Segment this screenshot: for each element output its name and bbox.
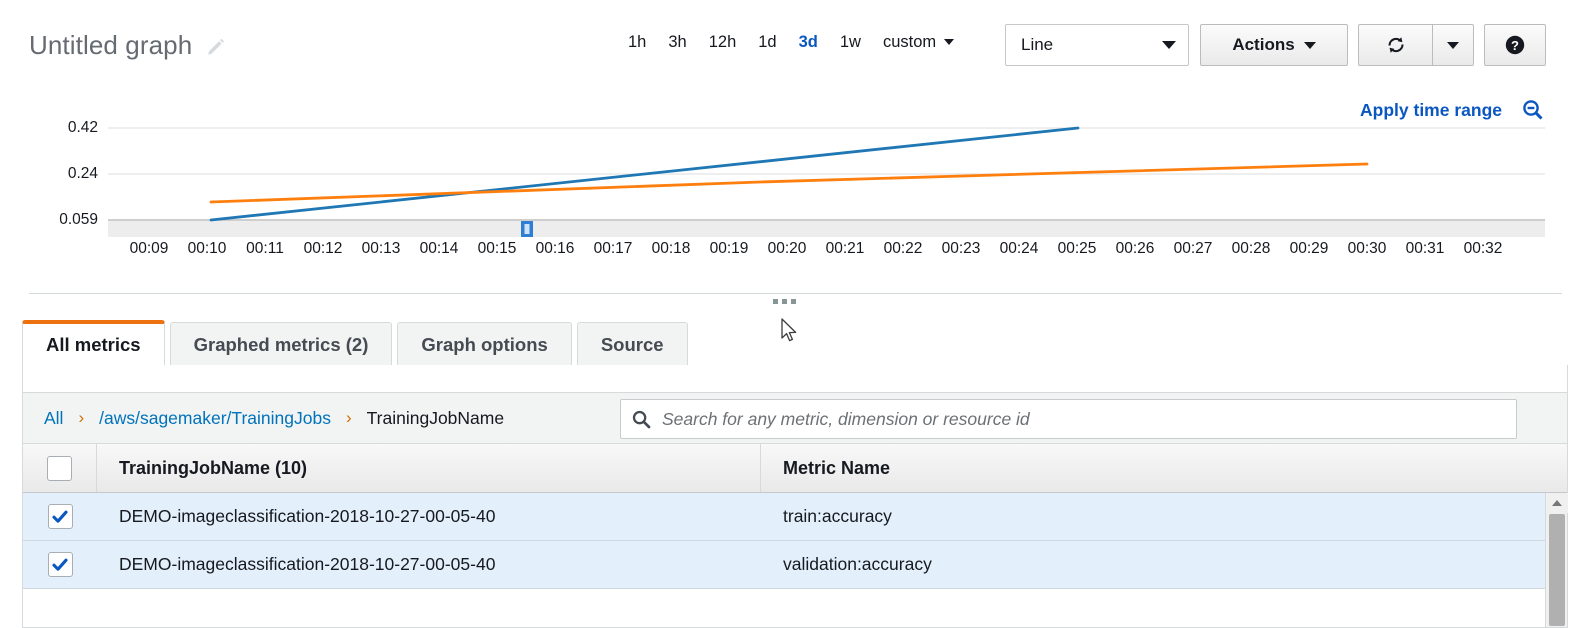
time-range-3h[interactable]: 3h xyxy=(657,33,697,52)
page-title: Untitled graph xyxy=(29,30,192,61)
scrollbar-thumb[interactable] xyxy=(1549,514,1565,626)
x-tick-label: 00:10 xyxy=(188,240,227,258)
cell-metricname: validation:accuracy xyxy=(761,541,1567,588)
tab-label: Graph options xyxy=(421,334,547,356)
scroll-up-arrow-icon[interactable] xyxy=(1546,493,1568,513)
x-tick-label: 00:25 xyxy=(1058,240,1097,258)
x-tick-label: 00:27 xyxy=(1174,240,1213,258)
search-icon xyxy=(631,409,651,429)
x-tick-label: 00:26 xyxy=(1116,240,1155,258)
actions-button-label: Actions xyxy=(1232,35,1294,55)
tab-all-metrics[interactable]: All metrics xyxy=(22,320,165,366)
select-all-checkbox[interactable] xyxy=(47,456,72,481)
x-tick-label: 00:24 xyxy=(1000,240,1039,258)
x-tick-label: 00:15 xyxy=(478,240,517,258)
tab-graphed-metrics[interactable]: Graphed metrics (2) xyxy=(170,322,393,366)
resize-handle[interactable] xyxy=(773,299,796,304)
chart-area: Apply time range 0.42 0.24 0.059 xyxy=(0,92,1591,292)
chevron-down-icon xyxy=(1162,41,1176,49)
x-tick-label: 00:11 xyxy=(246,240,284,258)
x-tick-label: 00:19 xyxy=(710,240,749,258)
tab-label: Source xyxy=(601,334,664,356)
chevron-down-icon xyxy=(1304,42,1316,49)
time-range-12h[interactable]: 12h xyxy=(698,33,748,52)
chart-type-select[interactable]: Line xyxy=(1005,24,1189,66)
table-row[interactable]: DEMO-imageclassification-2018-10-27-00-0… xyxy=(23,493,1567,541)
breadcrumb-separator-icon: › xyxy=(76,408,86,428)
row-checkbox[interactable] xyxy=(48,552,73,577)
series-line-validation-accuracy xyxy=(211,164,1367,202)
breadcrumb-item-all[interactable]: All xyxy=(31,408,76,429)
tab-graph-options[interactable]: Graph options xyxy=(397,322,571,366)
x-tick-label: 00:22 xyxy=(884,240,923,258)
x-tick-label: 00:23 xyxy=(942,240,981,258)
chevron-down-icon xyxy=(1447,42,1459,49)
chevron-down-icon[interactable] xyxy=(944,39,954,45)
refresh-button-group xyxy=(1358,24,1474,66)
chart-x-axis: 00:09 00:10 00:11 00:12 00:13 00:14 00:1… xyxy=(0,240,1591,264)
table-header-row: TrainingJobName (10) Metric Name xyxy=(23,444,1567,493)
table-scrollbar[interactable] xyxy=(1545,493,1567,627)
x-tick-label: 00:09 xyxy=(130,240,169,258)
section-divider xyxy=(29,293,1562,294)
help-button[interactable]: ? xyxy=(1484,24,1546,66)
column-header-trainingjobname[interactable]: TrainingJobName (10) xyxy=(97,444,761,492)
cell-trainingjobname: DEMO-imageclassification-2018-10-27-00-0… xyxy=(97,493,761,540)
graph-header: Untitled graph 1h 3h 12h 1d 3d 1w custom… xyxy=(0,0,1591,92)
metrics-table: TrainingJobName (10) Metric Name DEMO-im… xyxy=(23,444,1567,589)
breadcrumb-item-namespace[interactable]: /aws/sagemaker/TrainingJobs xyxy=(86,408,344,429)
x-tick-label: 00:14 xyxy=(420,240,459,258)
actions-button[interactable]: Actions xyxy=(1200,24,1348,66)
breadcrumb: All › /aws/sagemaker/TrainingJobs › Trai… xyxy=(23,392,1567,444)
x-tick-label: 00:18 xyxy=(652,240,691,258)
x-tick-label: 00:32 xyxy=(1464,240,1503,258)
x-tick-label: 00:30 xyxy=(1348,240,1387,258)
x-tick-label: 00:21 xyxy=(826,240,865,258)
search-placeholder: Search for any metric, dimension or reso… xyxy=(662,409,1030,430)
row-select-cell xyxy=(23,541,97,588)
x-tick-label: 00:12 xyxy=(304,240,343,258)
mouse-cursor-icon xyxy=(781,318,799,344)
select-all-cell xyxy=(23,444,97,492)
search-input[interactable]: Search for any metric, dimension or reso… xyxy=(620,399,1517,439)
time-range-links: 1h 3h 12h 1d 3d 1w custom xyxy=(617,33,954,52)
pencil-icon[interactable] xyxy=(206,36,226,56)
breadcrumb-separator-icon: › xyxy=(344,408,354,428)
tab-label: Graphed metrics (2) xyxy=(194,334,369,356)
time-range-band xyxy=(108,221,1545,237)
refresh-options-button[interactable] xyxy=(1432,24,1474,66)
help-icon: ? xyxy=(1503,33,1527,57)
time-range-custom[interactable]: custom xyxy=(872,33,942,52)
cell-metricname: train:accuracy xyxy=(761,493,1567,540)
cell-trainingjobname: DEMO-imageclassification-2018-10-27-00-0… xyxy=(97,541,761,588)
time-range-1d[interactable]: 1d xyxy=(747,33,787,52)
x-tick-label: 00:20 xyxy=(768,240,807,258)
row-checkbox[interactable] xyxy=(48,504,73,529)
metrics-panel: All › /aws/sagemaker/TrainingJobs › Trai… xyxy=(22,365,1568,628)
time-range-3d[interactable]: 3d xyxy=(788,33,829,52)
column-header-metricname[interactable]: Metric Name xyxy=(761,444,1567,492)
x-tick-label: 00:29 xyxy=(1290,240,1329,258)
refresh-button[interactable] xyxy=(1358,24,1432,66)
x-tick-label: 00:31 xyxy=(1406,240,1445,258)
x-tick-label: 00:17 xyxy=(594,240,633,258)
x-tick-label: 00:13 xyxy=(362,240,401,258)
x-tick-label: 00:16 xyxy=(536,240,575,258)
time-range-1h[interactable]: 1h xyxy=(617,33,657,52)
svg-text:?: ? xyxy=(1511,38,1519,53)
refresh-icon xyxy=(1384,33,1408,57)
breadcrumb-item-dimension: TrainingJobName xyxy=(354,408,517,429)
chart-type-value: Line xyxy=(1021,35,1162,55)
table-row[interactable]: DEMO-imageclassification-2018-10-27-00-0… xyxy=(23,541,1567,589)
graph-title-group: Untitled graph xyxy=(29,30,226,61)
tab-source[interactable]: Source xyxy=(577,322,688,366)
tab-label: All metrics xyxy=(46,334,141,356)
cloudwatch-metrics-page: Untitled graph 1h 3h 12h 1d 3d 1w custom… xyxy=(0,0,1591,628)
x-tick-label: 00:28 xyxy=(1232,240,1271,258)
row-select-cell xyxy=(23,493,97,540)
time-range-1w[interactable]: 1w xyxy=(829,33,872,52)
tab-bar: All metrics Graphed metrics (2) Graph op… xyxy=(22,320,693,366)
